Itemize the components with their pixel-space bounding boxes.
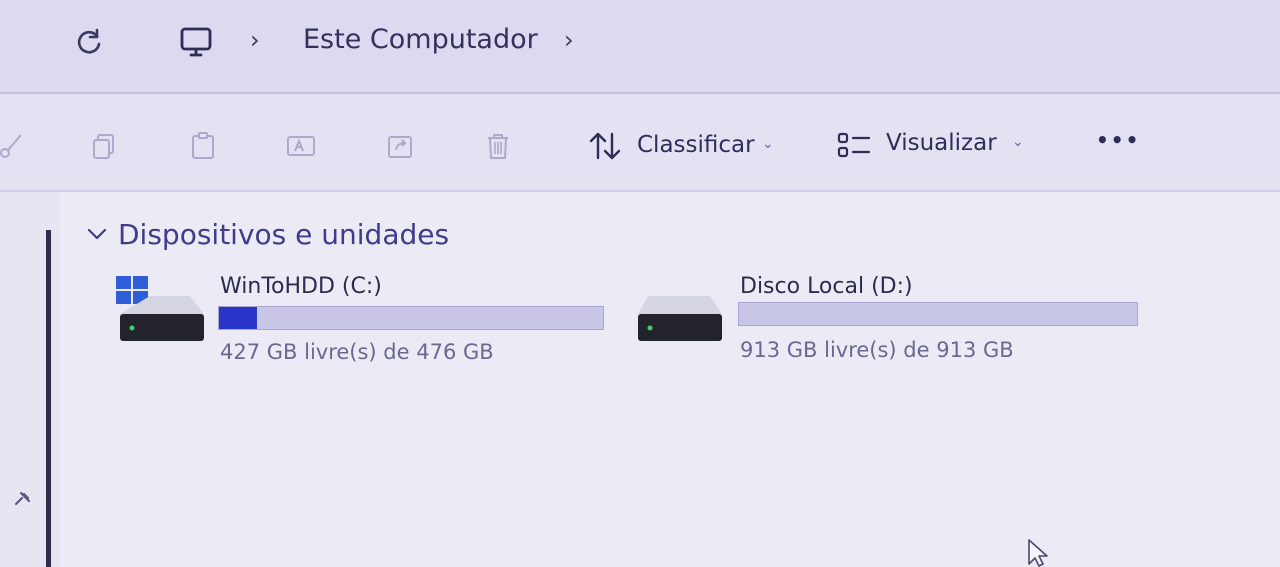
trash-icon <box>488 134 508 159</box>
section-collapse-chevron-icon[interactable] <box>86 224 108 244</box>
share-icon <box>388 136 412 158</box>
breadcrumb-separator-icon[interactable]: › <box>250 26 260 54</box>
scissors-icon <box>0 134 22 158</box>
share-button[interactable] <box>382 128 418 164</box>
sort-button[interactable]: Classificar ⌄ <box>586 124 782 168</box>
breadcrumb-this-pc[interactable]: Este Computador <box>303 24 538 55</box>
this-pc-location-button[interactable] <box>176 22 216 62</box>
navigation-pane-border <box>46 230 51 567</box>
view-label: Visualizar <box>886 130 997 156</box>
mouse-cursor-icon <box>1028 539 1048 567</box>
paste-button[interactable] <box>185 128 221 164</box>
section-title[interactable]: Dispositivos e unidades <box>118 218 449 251</box>
copy-icon <box>93 134 114 159</box>
breadcrumb-expand-icon[interactable]: › <box>564 26 574 54</box>
more-options-button[interactable]: ••• <box>1090 124 1150 164</box>
copy-button[interactable] <box>86 128 122 164</box>
rename-icon <box>287 136 315 156</box>
view-button[interactable]: Visualizar ⌄ <box>834 124 1030 168</box>
view-dropdown-chevron-icon: ⌄ <box>1012 134 1024 150</box>
drive-usage-bar <box>218 306 604 330</box>
more-options-icon: ••• <box>1096 128 1141 152</box>
view-list-icon <box>837 132 871 158</box>
delete-button[interactable] <box>480 128 516 164</box>
drive-icon <box>638 296 722 341</box>
drive-usage-fill <box>219 307 257 329</box>
refresh-button[interactable] <box>70 22 110 62</box>
monitor-icon <box>180 27 212 57</box>
sort-dropdown-chevron-icon: ⌄ <box>762 136 774 152</box>
drive-tile-d[interactable]: Disco Local (D:) 913 GB livre(s) de 913 … <box>632 266 1142 366</box>
address-bar: › Este Computador › <box>0 0 1280 94</box>
pin-icon <box>14 491 31 506</box>
drive-usage-bar <box>738 302 1138 326</box>
clipboard-icon <box>192 132 214 159</box>
navigation-pane[interactable] <box>0 192 60 567</box>
drive-free-space: 427 GB livre(s) de 476 GB <box>220 340 494 364</box>
sort-label: Classificar <box>637 132 755 158</box>
sort-arrows-icon <box>589 132 621 160</box>
windows-drive-icon <box>116 276 204 341</box>
drive-tile-c[interactable]: WinToHDD (C:) 427 GB livre(s) de 476 GB <box>112 266 612 366</box>
drive-name: WinToHDD (C:) <box>220 274 382 299</box>
drive-name: Disco Local (D:) <box>740 274 913 299</box>
refresh-icon <box>77 28 101 54</box>
drive-free-space: 913 GB livre(s) de 913 GB <box>740 338 1014 362</box>
cut-button[interactable] <box>0 128 28 164</box>
rename-button[interactable] <box>283 128 319 164</box>
